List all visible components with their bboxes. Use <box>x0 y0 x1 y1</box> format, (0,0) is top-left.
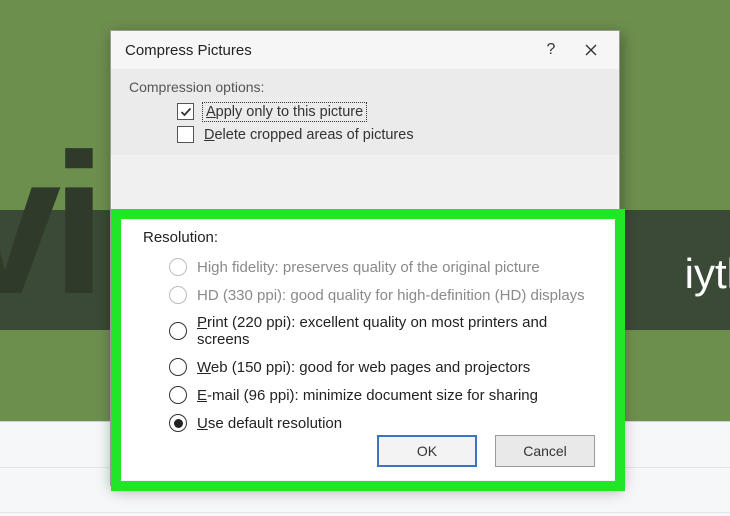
radio-icon <box>169 386 187 404</box>
radio-hd-label: HD (330 ppi): good quality for high-defi… <box>197 287 585 304</box>
compress-pictures-dialog: Compress Pictures ? Compression options:… <box>110 30 620 486</box>
radio-web-label: Web (150 ppi): good for web pages and pr… <box>197 359 530 376</box>
radio-hd: HD (330 ppi): good quality for high-defi… <box>169 286 597 304</box>
checkbox-delete-cropped[interactable]: Delete cropped areas of pictures <box>177 126 601 143</box>
background-watermark-left: vi <box>0 110 97 340</box>
dialog-title: Compress Pictures <box>125 42 531 59</box>
radio-icon <box>169 358 187 376</box>
radio-web[interactable]: Web (150 ppi): good for web pages and pr… <box>169 358 597 376</box>
compression-options-section: Compression options: Apply only to this … <box>111 69 619 155</box>
dialog-titlebar: Compress Pictures ? <box>111 31 619 69</box>
close-button[interactable] <box>571 36 611 64</box>
radio-icon <box>169 286 187 304</box>
checkbox-apply-only[interactable]: Apply only to this picture <box>177 103 601 120</box>
radio-print[interactable]: Print (220 ppi): excellent quality on mo… <box>169 314 597 348</box>
radio-email[interactable]: E-mail (96 ppi): minimize document size … <box>169 386 597 404</box>
background-watermark-right: iyth <box>685 250 730 298</box>
radio-high-fidelity: High fidelity: preserves quality of the … <box>169 258 597 276</box>
radio-print-label: Print (220 ppi): excellent quality on mo… <box>197 314 597 348</box>
radio-icon <box>169 322 187 340</box>
radio-high-fidelity-label: High fidelity: preserves quality of the … <box>197 259 540 276</box>
radio-use-default-label: Use default resolution <box>197 415 342 432</box>
resolution-label: Resolution: <box>143 229 597 246</box>
help-button[interactable]: ? <box>531 36 571 64</box>
resolution-section-highlighted: Resolution: High fidelity: preserves qua… <box>111 209 625 491</box>
close-icon <box>585 44 597 56</box>
cancel-button[interactable]: Cancel <box>495 435 595 467</box>
radio-use-default[interactable]: Use default resolution <box>169 414 597 432</box>
compression-options-label: Compression options: <box>129 79 601 95</box>
checkbox-icon <box>177 126 194 143</box>
checkbox-icon <box>177 103 194 120</box>
dialog-button-row: OK Cancel <box>377 435 595 467</box>
checkbox-delete-cropped-label: Delete cropped areas of pictures <box>204 127 414 143</box>
radio-icon <box>169 258 187 276</box>
checkbox-apply-only-label: Apply only to this picture <box>204 104 365 120</box>
ok-button[interactable]: OK <box>377 435 477 467</box>
radio-email-label: E-mail (96 ppi): minimize document size … <box>197 387 538 404</box>
radio-icon <box>169 414 187 432</box>
